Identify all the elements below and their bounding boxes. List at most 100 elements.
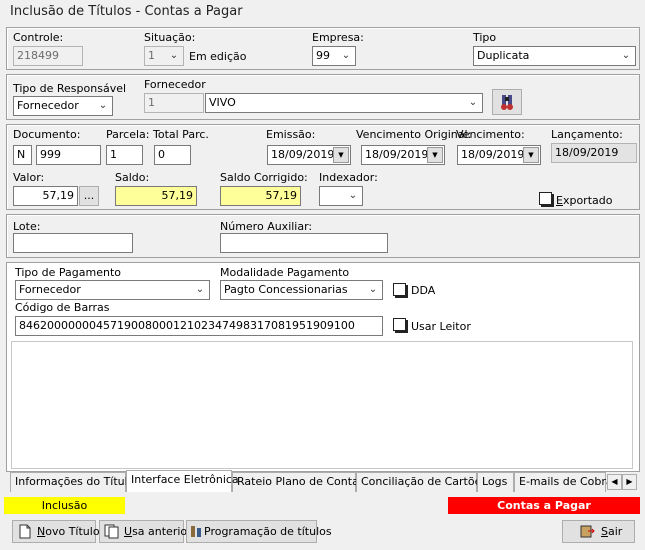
binoculars-icon xyxy=(501,95,513,110)
dda-checkbox[interactable] xyxy=(393,283,406,296)
fornecedor-name: VIVO xyxy=(209,96,236,109)
venc-original-date[interactable]: 18/09/2019 ▼ xyxy=(361,145,445,165)
chevron-down-icon: ⌄ xyxy=(169,50,179,61)
schedule-icon xyxy=(191,526,201,537)
saldo-corrigido-field: 57,19 xyxy=(220,186,301,206)
tipo-responsavel-label: Tipo de Responsável xyxy=(13,82,127,95)
tab-informacoes[interactable]: Informações do Título xyxy=(10,472,134,492)
tab-content-panel: Tipo de Pagamento Fornecedor ⌄ Modalidad… xyxy=(6,262,640,472)
fornecedor-code-field: 1 xyxy=(144,93,204,113)
empresa-select[interactable]: 99 ⌄ xyxy=(312,46,356,66)
usa-anterior-label: sa anterior xyxy=(132,525,192,538)
valor-details-button[interactable]: ... xyxy=(79,186,99,206)
calendar-dropdown-icon[interactable]: ▼ xyxy=(523,147,539,163)
chevron-down-icon: ⌄ xyxy=(468,97,478,108)
novo-titulo-button[interactable]: Novo Título xyxy=(12,520,100,543)
status-module: Contas a Pagar xyxy=(448,497,640,514)
tab-logs[interactable]: Logs xyxy=(477,472,514,492)
chevron-down-icon: ⌄ xyxy=(348,190,358,201)
programacao-label: Programação de títulos xyxy=(204,525,332,538)
documento-panel: Documento: N 999 Parcela: 1 Total Parc. … xyxy=(6,124,640,210)
lote-field[interactable] xyxy=(13,233,133,253)
fornecedor-select[interactable]: VIVO ⌄ xyxy=(205,93,483,113)
exportado-label: Exportado xyxy=(556,194,613,207)
exportado-checkbox[interactable] xyxy=(539,192,552,205)
situacao-text: Em edição xyxy=(189,50,247,63)
situacao-value: 1 xyxy=(148,49,155,62)
tipo-responsavel-select[interactable]: Fornecedor ⌄ xyxy=(13,96,113,116)
usar-leitor-checkbox[interactable] xyxy=(393,318,406,331)
venc-original-label: Vencimento Original: xyxy=(356,128,472,141)
sair-button[interactable]: Sair xyxy=(562,520,635,543)
vencimento-value: 18/09/2019 xyxy=(461,148,525,161)
new-document-icon xyxy=(19,524,31,539)
controle-label: Controle: xyxy=(13,31,64,44)
empresa-label: Empresa: xyxy=(312,31,364,44)
empresa-value: 99 xyxy=(316,49,330,62)
tab-rateio[interactable]: Rateio Plano de Contas xyxy=(232,472,365,492)
responsavel-panel: Tipo de Responsável Fornecedor ⌄ Fornece… xyxy=(6,74,640,120)
chevron-down-icon: ⌄ xyxy=(368,284,378,295)
usa-anterior-hotkey: U xyxy=(124,525,133,538)
calendar-dropdown-icon[interactable]: ▼ xyxy=(333,147,349,163)
lote-label: Lote: xyxy=(13,220,41,233)
indexador-select[interactable]: ⌄ xyxy=(319,186,363,206)
venc-original-value: 18/09/2019 xyxy=(365,148,429,161)
lote-panel: Lote: Número Auxiliar: xyxy=(6,214,640,258)
lancamento-label: Lançamento: xyxy=(551,128,623,141)
lancamento-field: 18/09/2019 xyxy=(551,143,637,163)
barcode-memo-area[interactable] xyxy=(11,341,633,469)
controle-field: 218499 xyxy=(13,46,83,66)
numero-aux-field[interactable] xyxy=(220,233,388,253)
emissao-date[interactable]: 18/09/2019 ▼ xyxy=(267,145,351,165)
chevron-down-icon: ⌄ xyxy=(621,50,631,61)
tipo-pagamento-select[interactable]: Fornecedor ⌄ xyxy=(15,280,210,300)
sair-label: air xyxy=(607,525,623,538)
status-mode: Inclusão xyxy=(4,497,125,514)
chevron-down-icon: ⌄ xyxy=(98,100,108,111)
tipo-label: Tipo xyxy=(473,31,497,44)
copy-document-icon xyxy=(104,524,119,539)
parcela-field[interactable]: 1 xyxy=(106,145,143,165)
vencimento-date[interactable]: 18/09/2019 ▼ xyxy=(457,145,541,165)
tipo-value: Duplicata xyxy=(477,49,530,62)
vencimento-label: Vencimento: xyxy=(456,128,525,141)
tipo-pagamento-label: Tipo de Pagamento xyxy=(15,266,121,279)
saldo-corrigido-label: Saldo Corrigido: xyxy=(220,171,308,184)
usar-leitor-label: Usar Leitor xyxy=(411,320,471,333)
tab-emails[interactable]: E-mails de Cobra xyxy=(514,472,613,492)
window-title: Inclusão de Títulos - Contas a Pagar xyxy=(10,4,243,19)
calendar-dropdown-icon[interactable]: ▼ xyxy=(427,147,443,163)
tipo-pagamento-value: Fornecedor xyxy=(19,283,81,296)
documento-prefix-field[interactable]: N xyxy=(13,145,32,165)
chevron-down-icon: ⌄ xyxy=(195,284,205,295)
modalidade-select[interactable]: Pagto Concessionarias ⌄ xyxy=(220,280,383,300)
total-parc-field[interactable]: 0 xyxy=(154,145,191,165)
documento-field[interactable]: 999 xyxy=(36,145,101,165)
valor-field[interactable]: 57,19 xyxy=(13,186,78,206)
tab-interface-eletronica[interactable]: Interface Eletrônica xyxy=(126,470,239,492)
novo-titulo-hotkey: N xyxy=(37,525,46,538)
codigo-barras-field[interactable]: 8462000000045719008000121023474983170819… xyxy=(15,316,383,336)
documento-label: Documento: xyxy=(13,128,81,141)
programacao-titulos-button[interactable]: Programação de títulos xyxy=(186,520,332,543)
total-parc-label: Total Parc. xyxy=(153,128,209,141)
valor-label: Valor: xyxy=(13,171,45,184)
modalidade-label: Modalidade Pagamento xyxy=(220,266,350,279)
dda-label: DDA xyxy=(411,284,436,297)
situacao-label: Situação: xyxy=(144,31,196,44)
fornecedor-search-button[interactable] xyxy=(492,89,522,115)
emissao-value: 18/09/2019 xyxy=(271,148,335,161)
novo-titulo-label: ovo Título xyxy=(45,525,100,538)
header-panel: Controle: 218499 Situação: 1 ⌄ Em edição… xyxy=(6,27,640,70)
tipo-select[interactable]: Duplicata ⌄ xyxy=(473,46,636,66)
tab-scroll-left-icon[interactable]: ◀ xyxy=(607,474,622,490)
emissao-label: Emissão: xyxy=(266,128,316,141)
tab-scroll-right-icon[interactable]: ▶ xyxy=(622,474,637,490)
sair-hotkey: S xyxy=(601,525,608,538)
tab-conciliacao[interactable]: Conciliação de Cartões xyxy=(356,472,487,492)
exit-icon xyxy=(580,525,595,538)
usa-anterior-button[interactable]: Usa anterior xyxy=(99,520,192,543)
saldo-label: Saldo: xyxy=(115,171,150,184)
numero-aux-label: Número Auxiliar: xyxy=(220,220,313,233)
